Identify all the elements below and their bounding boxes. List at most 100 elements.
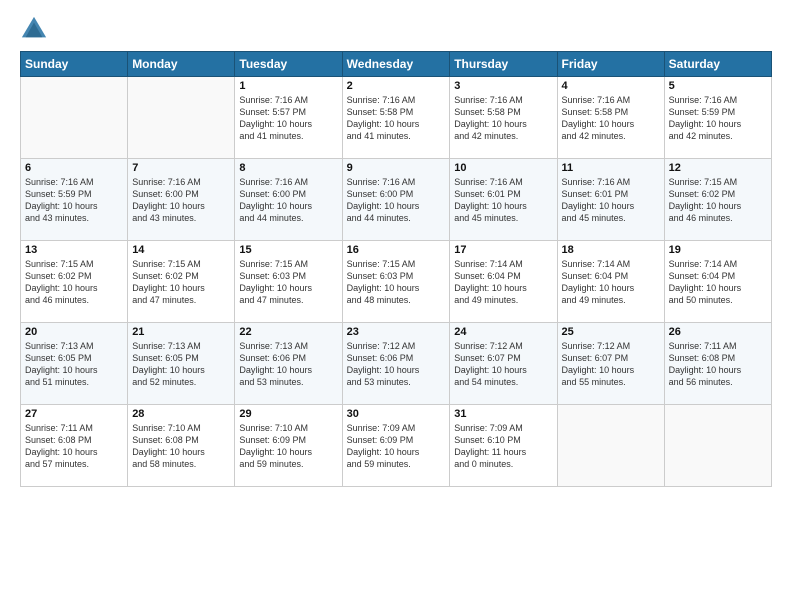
calendar-cell: 20 Sunrise: 7:13 AM Sunset: 6:05 PM Dayli… (21, 323, 128, 405)
weekday-header-wednesday: Wednesday (342, 52, 450, 77)
day-info: Sunrise: 7:09 AM Sunset: 6:10 PM Dayligh… (454, 422, 552, 471)
day-info: Sunrise: 7:13 AM Sunset: 6:05 PM Dayligh… (132, 340, 230, 389)
day-number: 11 (562, 162, 660, 174)
logo (20, 15, 52, 43)
calendar-cell: 11 Sunrise: 7:16 AM Sunset: 6:01 PM Dayli… (557, 159, 664, 241)
day-number: 22 (239, 326, 337, 338)
calendar-cell: 9 Sunrise: 7:16 AM Sunset: 6:00 PM Daylig… (342, 159, 450, 241)
calendar-cell: 26 Sunrise: 7:11 AM Sunset: 6:08 PM Dayli… (664, 323, 771, 405)
calendar-cell: 22 Sunrise: 7:13 AM Sunset: 6:06 PM Dayli… (235, 323, 342, 405)
calendar-cell: 23Sunrise: 7:12 AM Sunset: 6:06 PM Dayli… (342, 323, 450, 405)
day-number: 8 (239, 162, 337, 174)
day-info: Sunrise: 7:16 AM Sunset: 5:59 PM Dayligh… (25, 176, 123, 225)
calendar-cell: 18Sunrise: 7:14 AM Sunset: 6:04 PM Dayli… (557, 241, 664, 323)
calendar-cell: 12 Sunrise: 7:15 AM Sunset: 6:02 PM Dayli… (664, 159, 771, 241)
week-row-3: 13 Sunrise: 7:15 AM Sunset: 6:02 PM Dayli… (21, 241, 772, 323)
day-number: 12 (669, 162, 767, 174)
day-number: 19 (669, 244, 767, 256)
day-info: Sunrise: 7:11 AM Sunset: 6:08 PM Dayligh… (669, 340, 767, 389)
day-info: Sunrise: 7:16 AM Sunset: 5:59 PM Dayligh… (669, 94, 767, 143)
day-info: Sunrise: 7:14 AM Sunset: 6:04 PM Dayligh… (562, 258, 660, 307)
page: SundayMondayTuesdayWednesdayThursdayFrid… (0, 0, 792, 612)
calendar-cell: 29 Sunrise: 7:10 AM Sunset: 6:09 PM Dayli… (235, 405, 342, 487)
day-info: Sunrise: 7:15 AM Sunset: 6:02 PM Dayligh… (25, 258, 123, 307)
day-number: 15 (239, 244, 337, 256)
week-row-2: 6Sunrise: 7:16 AM Sunset: 5:59 PM Daylig… (21, 159, 772, 241)
day-number: 29 (239, 408, 337, 420)
weekday-header-sunday: Sunday (21, 52, 128, 77)
calendar-cell: 10 Sunrise: 7:16 AM Sunset: 6:01 PM Dayli… (450, 159, 557, 241)
week-row-1: 1 Sunrise: 7:16 AM Sunset: 5:57 PM Daylig… (21, 77, 772, 159)
weekday-header-monday: Monday (128, 52, 235, 77)
weekday-header-saturday: Saturday (664, 52, 771, 77)
day-number: 13 (25, 244, 123, 256)
day-info: Sunrise: 7:14 AM Sunset: 6:04 PM Dayligh… (454, 258, 552, 307)
day-info: Sunrise: 7:15 AM Sunset: 6:03 PM Dayligh… (239, 258, 337, 307)
calendar-cell: 6Sunrise: 7:16 AM Sunset: 5:59 PM Daylig… (21, 159, 128, 241)
day-info: Sunrise: 7:16 AM Sunset: 6:00 PM Dayligh… (132, 176, 230, 225)
calendar-cell: 30 Sunrise: 7:09 AM Sunset: 6:09 PM Dayli… (342, 405, 450, 487)
day-number: 26 (669, 326, 767, 338)
calendar-cell: 3 Sunrise: 7:16 AM Sunset: 5:58 PM Daylig… (450, 77, 557, 159)
day-info: Sunrise: 7:16 AM Sunset: 5:57 PM Dayligh… (239, 94, 337, 143)
calendar-cell: 4Sunrise: 7:16 AM Sunset: 5:58 PM Daylig… (557, 77, 664, 159)
calendar-cell: 13 Sunrise: 7:15 AM Sunset: 6:02 PM Dayli… (21, 241, 128, 323)
logo-icon (20, 15, 48, 43)
day-number: 25 (562, 326, 660, 338)
calendar-cell (128, 77, 235, 159)
calendar: SundayMondayTuesdayWednesdayThursdayFrid… (20, 51, 772, 487)
day-number: 14 (132, 244, 230, 256)
day-info: Sunrise: 7:15 AM Sunset: 6:02 PM Dayligh… (669, 176, 767, 225)
day-info: Sunrise: 7:15 AM Sunset: 6:03 PM Dayligh… (347, 258, 446, 307)
day-number: 3 (454, 80, 552, 92)
day-number: 9 (347, 162, 446, 174)
day-info: Sunrise: 7:13 AM Sunset: 6:06 PM Dayligh… (239, 340, 337, 389)
calendar-cell: 2 Sunrise: 7:16 AM Sunset: 5:58 PM Daylig… (342, 77, 450, 159)
day-info: Sunrise: 7:16 AM Sunset: 5:58 PM Dayligh… (454, 94, 552, 143)
day-number: 10 (454, 162, 552, 174)
day-number: 2 (347, 80, 446, 92)
day-number: 27 (25, 408, 123, 420)
day-info: Sunrise: 7:12 AM Sunset: 6:07 PM Dayligh… (562, 340, 660, 389)
calendar-cell: 27 Sunrise: 7:11 AM Sunset: 6:08 PM Dayli… (21, 405, 128, 487)
day-info: Sunrise: 7:14 AM Sunset: 6:04 PM Dayligh… (669, 258, 767, 307)
calendar-cell (557, 405, 664, 487)
day-info: Sunrise: 7:16 AM Sunset: 6:00 PM Dayligh… (347, 176, 446, 225)
calendar-cell: 5Sunrise: 7:16 AM Sunset: 5:59 PM Daylig… (664, 77, 771, 159)
calendar-cell: 8 Sunrise: 7:16 AM Sunset: 6:00 PM Daylig… (235, 159, 342, 241)
week-row-4: 20 Sunrise: 7:13 AM Sunset: 6:05 PM Dayli… (21, 323, 772, 405)
day-info: Sunrise: 7:15 AM Sunset: 6:02 PM Dayligh… (132, 258, 230, 307)
calendar-cell: 17Sunrise: 7:14 AM Sunset: 6:04 PM Dayli… (450, 241, 557, 323)
day-info: Sunrise: 7:12 AM Sunset: 6:07 PM Dayligh… (454, 340, 552, 389)
day-number: 28 (132, 408, 230, 420)
day-number: 16 (347, 244, 446, 256)
calendar-cell: 25 Sunrise: 7:12 AM Sunset: 6:07 PM Dayli… (557, 323, 664, 405)
day-number: 1 (239, 80, 337, 92)
day-info: Sunrise: 7:10 AM Sunset: 6:09 PM Dayligh… (239, 422, 337, 471)
calendar-cell: 21 Sunrise: 7:13 AM Sunset: 6:05 PM Dayli… (128, 323, 235, 405)
day-number: 21 (132, 326, 230, 338)
day-info: Sunrise: 7:11 AM Sunset: 6:08 PM Dayligh… (25, 422, 123, 471)
calendar-cell: 7 Sunrise: 7:16 AM Sunset: 6:00 PM Daylig… (128, 159, 235, 241)
day-number: 4 (562, 80, 660, 92)
weekday-header-thursday: Thursday (450, 52, 557, 77)
day-number: 7 (132, 162, 230, 174)
day-info: Sunrise: 7:13 AM Sunset: 6:05 PM Dayligh… (25, 340, 123, 389)
day-number: 24 (454, 326, 552, 338)
day-info: Sunrise: 7:16 AM Sunset: 6:01 PM Dayligh… (562, 176, 660, 225)
day-info: Sunrise: 7:16 AM Sunset: 6:00 PM Dayligh… (239, 176, 337, 225)
header (20, 15, 772, 43)
day-number: 23 (347, 326, 446, 338)
weekday-header-tuesday: Tuesday (235, 52, 342, 77)
calendar-cell: 15 Sunrise: 7:15 AM Sunset: 6:03 PM Dayli… (235, 241, 342, 323)
weekday-header-friday: Friday (557, 52, 664, 77)
day-number: 30 (347, 408, 446, 420)
day-info: Sunrise: 7:09 AM Sunset: 6:09 PM Dayligh… (347, 422, 446, 471)
weekday-header-row: SundayMondayTuesdayWednesdayThursdayFrid… (21, 52, 772, 77)
week-row-5: 27 Sunrise: 7:11 AM Sunset: 6:08 PM Dayli… (21, 405, 772, 487)
day-info: Sunrise: 7:10 AM Sunset: 6:08 PM Dayligh… (132, 422, 230, 471)
day-number: 31 (454, 408, 552, 420)
day-info: Sunrise: 7:16 AM Sunset: 6:01 PM Dayligh… (454, 176, 552, 225)
day-number: 20 (25, 326, 123, 338)
day-info: Sunrise: 7:16 AM Sunset: 5:58 PM Dayligh… (347, 94, 446, 143)
